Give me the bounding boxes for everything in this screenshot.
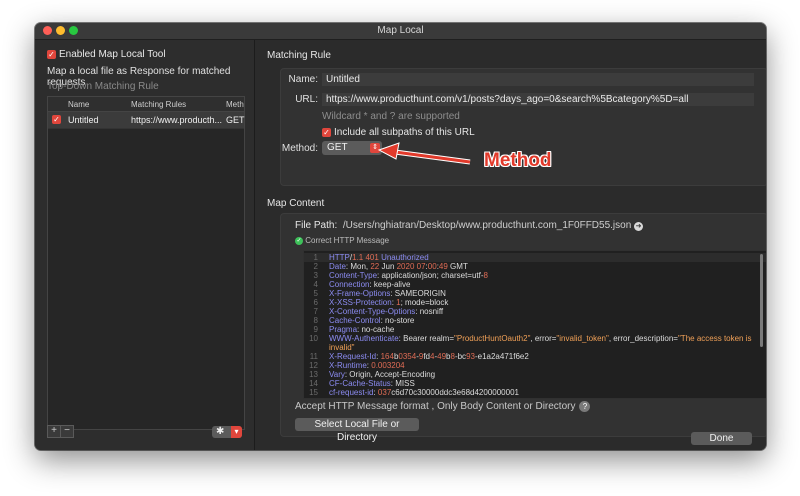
enable-map-local-checkbox[interactable]: ✓ Enabled Map Local Tool bbox=[47, 49, 166, 60]
name-label: Name: bbox=[288, 74, 318, 85]
editor-scrollbar[interactable] bbox=[760, 254, 763, 347]
rules-table: Name Matching Rules Meth ✓ Untitled http… bbox=[47, 96, 245, 430]
window-title: Map Local bbox=[377, 25, 424, 36]
rule-name: Untitled bbox=[68, 115, 99, 125]
actions-menu-button[interactable]: ✱ ▾ bbox=[212, 426, 242, 438]
matching-rule-header: Matching Rule bbox=[267, 50, 331, 61]
file-path-label: File Path: bbox=[295, 220, 338, 231]
gear-icon: ✱ bbox=[216, 426, 225, 437]
chevron-down-icon: ▾ bbox=[231, 426, 242, 438]
column-name[interactable]: Name bbox=[68, 100, 89, 109]
map-content-box: File Path: /Users/nghiatran/Desktop/www.… bbox=[280, 213, 766, 443]
section-label: Top-Down Matching Rule bbox=[47, 81, 159, 92]
http-message-editor[interactable]: 1 HTTP/1.1 401 Unauthorized 2 Date: Mon, 2… bbox=[303, 250, 766, 399]
format-hint: Accept HTTP Message format , Only Body C… bbox=[295, 401, 576, 412]
select-local-file-button[interactable]: Select Local File or Directory bbox=[295, 418, 419, 443]
wildcard-hint: Wildcard * and ? are supported bbox=[322, 111, 460, 122]
enable-label: Enabled Map Local Tool bbox=[59, 49, 166, 60]
format-hint-row: Accept HTTP Message format , Only Body C… bbox=[295, 401, 591, 412]
map-content-header: Map Content bbox=[267, 198, 325, 209]
column-method[interactable]: Meth bbox=[226, 100, 244, 109]
reveal-file-arrow-icon[interactable]: ➜ bbox=[634, 222, 644, 231]
rules-sidebar: ✓ Enabled Map Local Tool Map a local file… bbox=[35, 40, 255, 450]
add-rule-button[interactable]: + bbox=[47, 425, 61, 438]
annotation-label: Method bbox=[484, 150, 552, 171]
checkmark-icon: ✓ bbox=[322, 127, 331, 137]
help-icon[interactable]: ? bbox=[579, 401, 591, 412]
table-row[interactable]: ✓ Untitled https://www.producth... GET bbox=[48, 112, 245, 129]
detail-pane: Matching Rule Name: Untitled URL: https:… bbox=[255, 40, 766, 450]
rule-url: https://www.producth... bbox=[131, 115, 223, 125]
method-value: GET bbox=[327, 142, 348, 153]
table-header: Name Matching Rules Meth bbox=[48, 97, 244, 112]
check-circle-icon: ✓ bbox=[295, 236, 303, 245]
status-text: Correct HTTP Message bbox=[305, 236, 390, 245]
url-input[interactable]: https://www.producthunt.com/v1/posts?day… bbox=[322, 93, 754, 106]
method-label: Method: bbox=[281, 143, 318, 154]
status-row: ✓ Correct HTTP Message bbox=[295, 236, 389, 245]
map-local-window: Map Local ✓ Enabled Map Local Tool Map a … bbox=[35, 23, 766, 450]
title-bar: Map Local bbox=[35, 23, 766, 40]
rule-enabled-checkbox[interactable]: ✓ bbox=[52, 115, 61, 124]
checkmark-icon: ✓ bbox=[47, 49, 56, 59]
url-label: URL: bbox=[295, 94, 318, 105]
rule-method: GET bbox=[226, 115, 245, 125]
file-path-row: File Path: /Users/nghiatran/Desktop/www.… bbox=[295, 220, 644, 231]
remove-rule-button[interactable]: − bbox=[60, 425, 74, 438]
method-select[interactable]: GET ⇕ bbox=[322, 141, 382, 155]
done-button[interactable]: Done bbox=[691, 432, 752, 445]
annotation-arrow bbox=[377, 142, 471, 165]
add-remove-controls: + − bbox=[47, 424, 74, 438]
column-matching-rules[interactable]: Matching Rules bbox=[131, 100, 186, 109]
file-path-value: /Users/nghiatran/Desktop/www.producthunt… bbox=[342, 220, 632, 231]
name-input[interactable]: Untitled bbox=[322, 73, 754, 86]
